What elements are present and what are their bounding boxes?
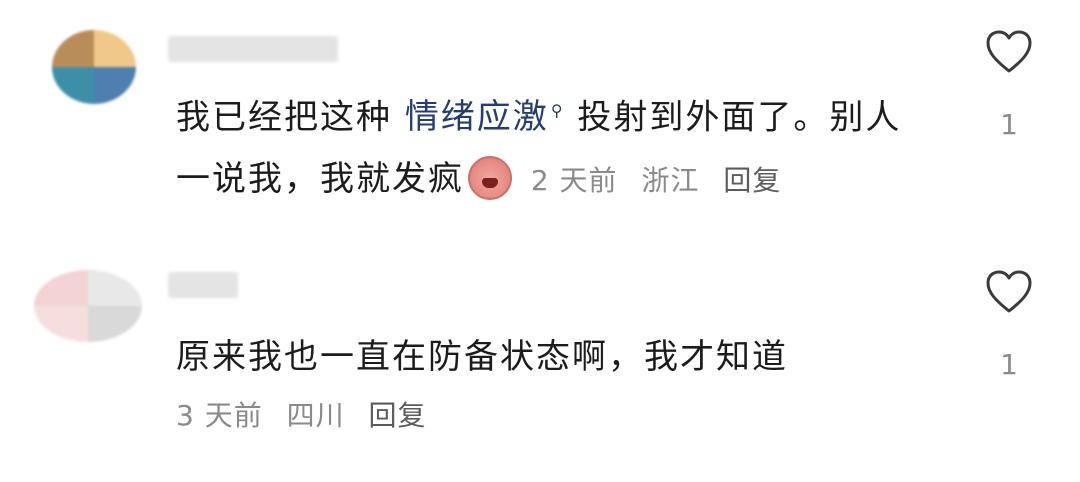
username-blurred[interactable] [168, 272, 238, 298]
username-blurred[interactable] [168, 36, 338, 62]
comment-text-body: 原来我也一直在防备状态啊，我才知道 [176, 337, 788, 377]
comment-text: 我已经把这种 情绪应激 ⚲ 投射到外面了。别人一说我，我就发疯 2 天前 浙江 回… [176, 80, 936, 212]
comment-item: 我已经把这种 情绪应激 ⚲ 投射到外面了。别人一说我，我就发疯 2 天前 浙江 回… [0, 0, 1080, 240]
comment-time: 2 天前 [530, 164, 618, 198]
avatar[interactable] [52, 30, 136, 104]
like-button[interactable]: 1 [980, 30, 1038, 141]
like-count: 1 [1000, 348, 1018, 381]
heart-icon[interactable] [985, 270, 1033, 314]
like-count: 1 [1000, 108, 1018, 141]
reply-button[interactable]: 回复 [723, 164, 781, 197]
comment-item: 原来我也一直在防备状态啊，我才知道 3 天前 四川 回复 1 [0, 240, 1080, 482]
reply-button[interactable]: 回复 [369, 399, 427, 432]
comment-text-before: 我已经把这种 [176, 97, 405, 138]
crying-emoji-icon [468, 155, 512, 200]
comment-text: 原来我也一直在防备状态啊，我才知道 [176, 326, 936, 388]
like-button[interactable]: 1 [980, 270, 1038, 381]
topic-link[interactable]: 情绪应激 ⚲ [405, 97, 565, 137]
heart-icon[interactable] [985, 30, 1033, 74]
comment-time: 3 天前 [176, 399, 263, 432]
comment-location: 四川 [286, 399, 345, 432]
topic-link-label: 情绪应激 [404, 97, 549, 138]
comment-location: 浙江 [641, 164, 700, 198]
comment-meta: 3 天前 四川 回复 [176, 390, 441, 442]
search-icon: ⚲ [550, 101, 565, 120]
comment-meta: 2 天前 浙江 回复 [531, 164, 796, 197]
avatar[interactable] [34, 270, 142, 342]
